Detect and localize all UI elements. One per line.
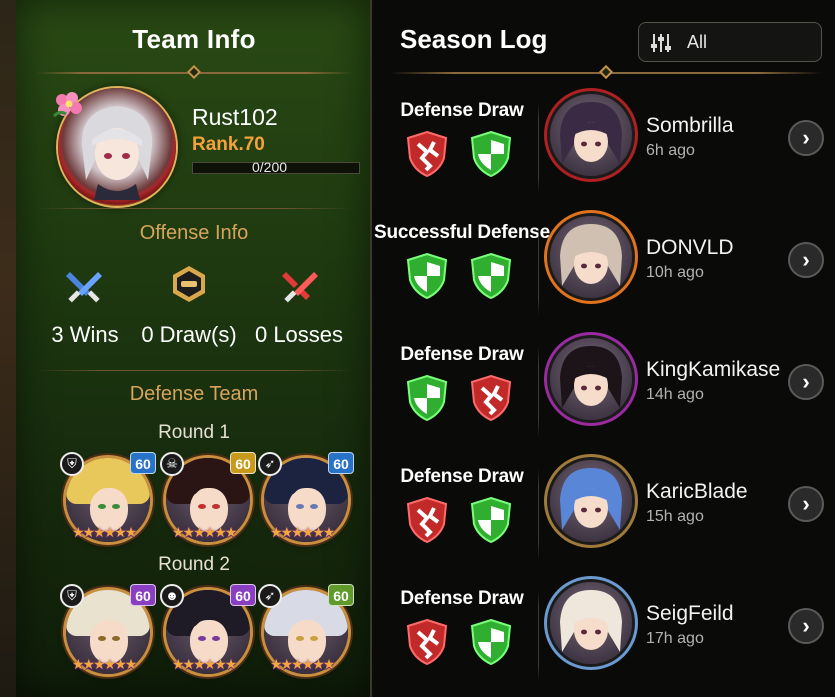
offense-draws: 0 Draw(s): [141, 322, 237, 347]
battle-timestamp: 17h ago: [646, 630, 704, 647]
opponent-name: Sombrilla: [646, 114, 734, 137]
entry-separator: [538, 468, 539, 560]
draw-hexagon-icon: [173, 266, 205, 302]
hero-star-rating: ★★★★★★: [72, 524, 137, 540]
hero-level-badge: 60: [130, 452, 156, 474]
opponent-name: KingKamikase: [646, 358, 781, 381]
opponent-avatar[interactable]: [550, 216, 632, 298]
season-log-entry[interactable]: Defense Draw Sombrilla 6h ago ›: [374, 94, 835, 214]
team-info-title: Team Info: [132, 24, 256, 54]
hero-level-badge: 60: [230, 452, 256, 474]
opponent-avatar[interactable]: [550, 460, 632, 542]
divider: [36, 370, 352, 371]
offense-wins: 3 Wins: [51, 322, 119, 347]
broken-swords-loss-icon: [282, 272, 318, 303]
opponent-avatar[interactable]: [550, 94, 632, 176]
offense-info-label: Offense Info: [139, 222, 249, 244]
season-log-entry[interactable]: Successful Defense DONVLD 10h ago ›: [374, 216, 835, 336]
battle-timestamp: 6h ago: [646, 142, 695, 159]
hero-level-badge: 60: [230, 584, 256, 606]
entry-separator: [538, 224, 539, 316]
chevron-right-icon[interactable]: ›: [788, 242, 824, 278]
player-rank: Rank.70: [192, 134, 265, 155]
hero-level-badge: 60: [328, 584, 354, 606]
hero-star-rating: ★★★★★★: [72, 656, 137, 672]
hero-level-badge: 60: [328, 452, 354, 474]
title-divider: [36, 64, 352, 80]
opponent-name: DONVLD: [646, 236, 734, 259]
entry-separator: [538, 590, 539, 682]
chevron-right-icon[interactable]: ›: [788, 364, 824, 400]
background-edge: [0, 0, 16, 697]
defense-result-label: Successful Defense: [374, 222, 550, 243]
battle-timestamp: 10h ago: [646, 264, 704, 281]
divider: [36, 208, 352, 209]
hero-star-rating: ★★★★★★: [172, 656, 237, 672]
defense-broken-shield-icon: [470, 374, 512, 422]
entry-separator: [538, 102, 539, 194]
defense-success-shield-icon: [470, 252, 512, 300]
season-log-entry[interactable]: Defense Draw SeigFeild 17h ago ›: [374, 582, 835, 697]
offense-losses: 0 Losses: [254, 322, 344, 347]
defense-result-label: Defense Draw: [400, 466, 524, 487]
filter-sliders-icon: [651, 34, 671, 52]
team-info-panel: Team Info Rust102 Rank.70 0/200 Offense …: [16, 0, 372, 697]
opponent-name: KaricBlade: [646, 480, 748, 503]
defense-broken-shield-icon: [406, 496, 448, 544]
defense-broken-shield-icon: [406, 618, 448, 666]
hero-level-badge: 60: [130, 584, 156, 606]
hero-star-rating: ★★★★★★: [172, 524, 237, 540]
opponent-avatar[interactable]: [550, 582, 632, 664]
season-log-entry[interactable]: Defense Draw KaricBlade 15h ago ›: [374, 460, 835, 580]
chevron-right-icon[interactable]: ›: [788, 608, 824, 644]
opponent-name: SeigFeild: [646, 602, 734, 625]
season-log-title: Season Log: [400, 24, 548, 54]
flower-icon: [52, 92, 82, 118]
log-title-divider: [390, 64, 822, 80]
opponent-avatar[interactable]: [550, 338, 632, 420]
defense-team-label: Defense Team: [129, 383, 259, 405]
defense-result-label: Defense Draw: [400, 588, 524, 609]
shield-icon: ⛨: [60, 452, 84, 476]
defense-success-shield-icon: [470, 496, 512, 544]
skull-icon: ☠: [160, 452, 184, 476]
defense-success-shield-icon: [406, 374, 448, 422]
round-2-label: Round 2: [158, 554, 230, 575]
bow-icon: ➶: [258, 584, 282, 608]
defense-success-shield-icon: [470, 618, 512, 666]
defense-result-label: Defense Draw: [400, 344, 524, 365]
entry-separator: [538, 346, 539, 438]
exp-text: 0/200: [252, 159, 288, 175]
season-log-entry[interactable]: Defense Draw KingKamikase 14h ago ›: [374, 338, 835, 458]
defense-success-shield-icon: [470, 130, 512, 178]
shield-icon: ⛨: [60, 584, 84, 608]
filter-dropdown[interactable]: All: [638, 22, 822, 62]
filter-label: All: [687, 32, 708, 52]
chevron-right-icon[interactable]: ›: [788, 486, 824, 522]
crossed-swords-win-icon: [66, 272, 102, 303]
battle-timestamp: 14h ago: [646, 386, 704, 403]
bow-icon: ➶: [258, 452, 282, 476]
battle-timestamp: 15h ago: [646, 508, 704, 525]
defense-result-label: Defense Draw: [400, 100, 524, 121]
defense-broken-shield-icon: [406, 130, 448, 178]
player-name: Rust102: [192, 104, 278, 130]
chevron-right-icon[interactable]: ›: [788, 120, 824, 156]
round-1-label: Round 1: [158, 422, 230, 443]
hero-star-rating: ★★★★★★: [270, 656, 335, 672]
defense-success-shield-icon: [406, 252, 448, 300]
hero-star-rating: ★★★★★★: [270, 524, 335, 540]
thief-icon: ☻: [160, 584, 184, 608]
